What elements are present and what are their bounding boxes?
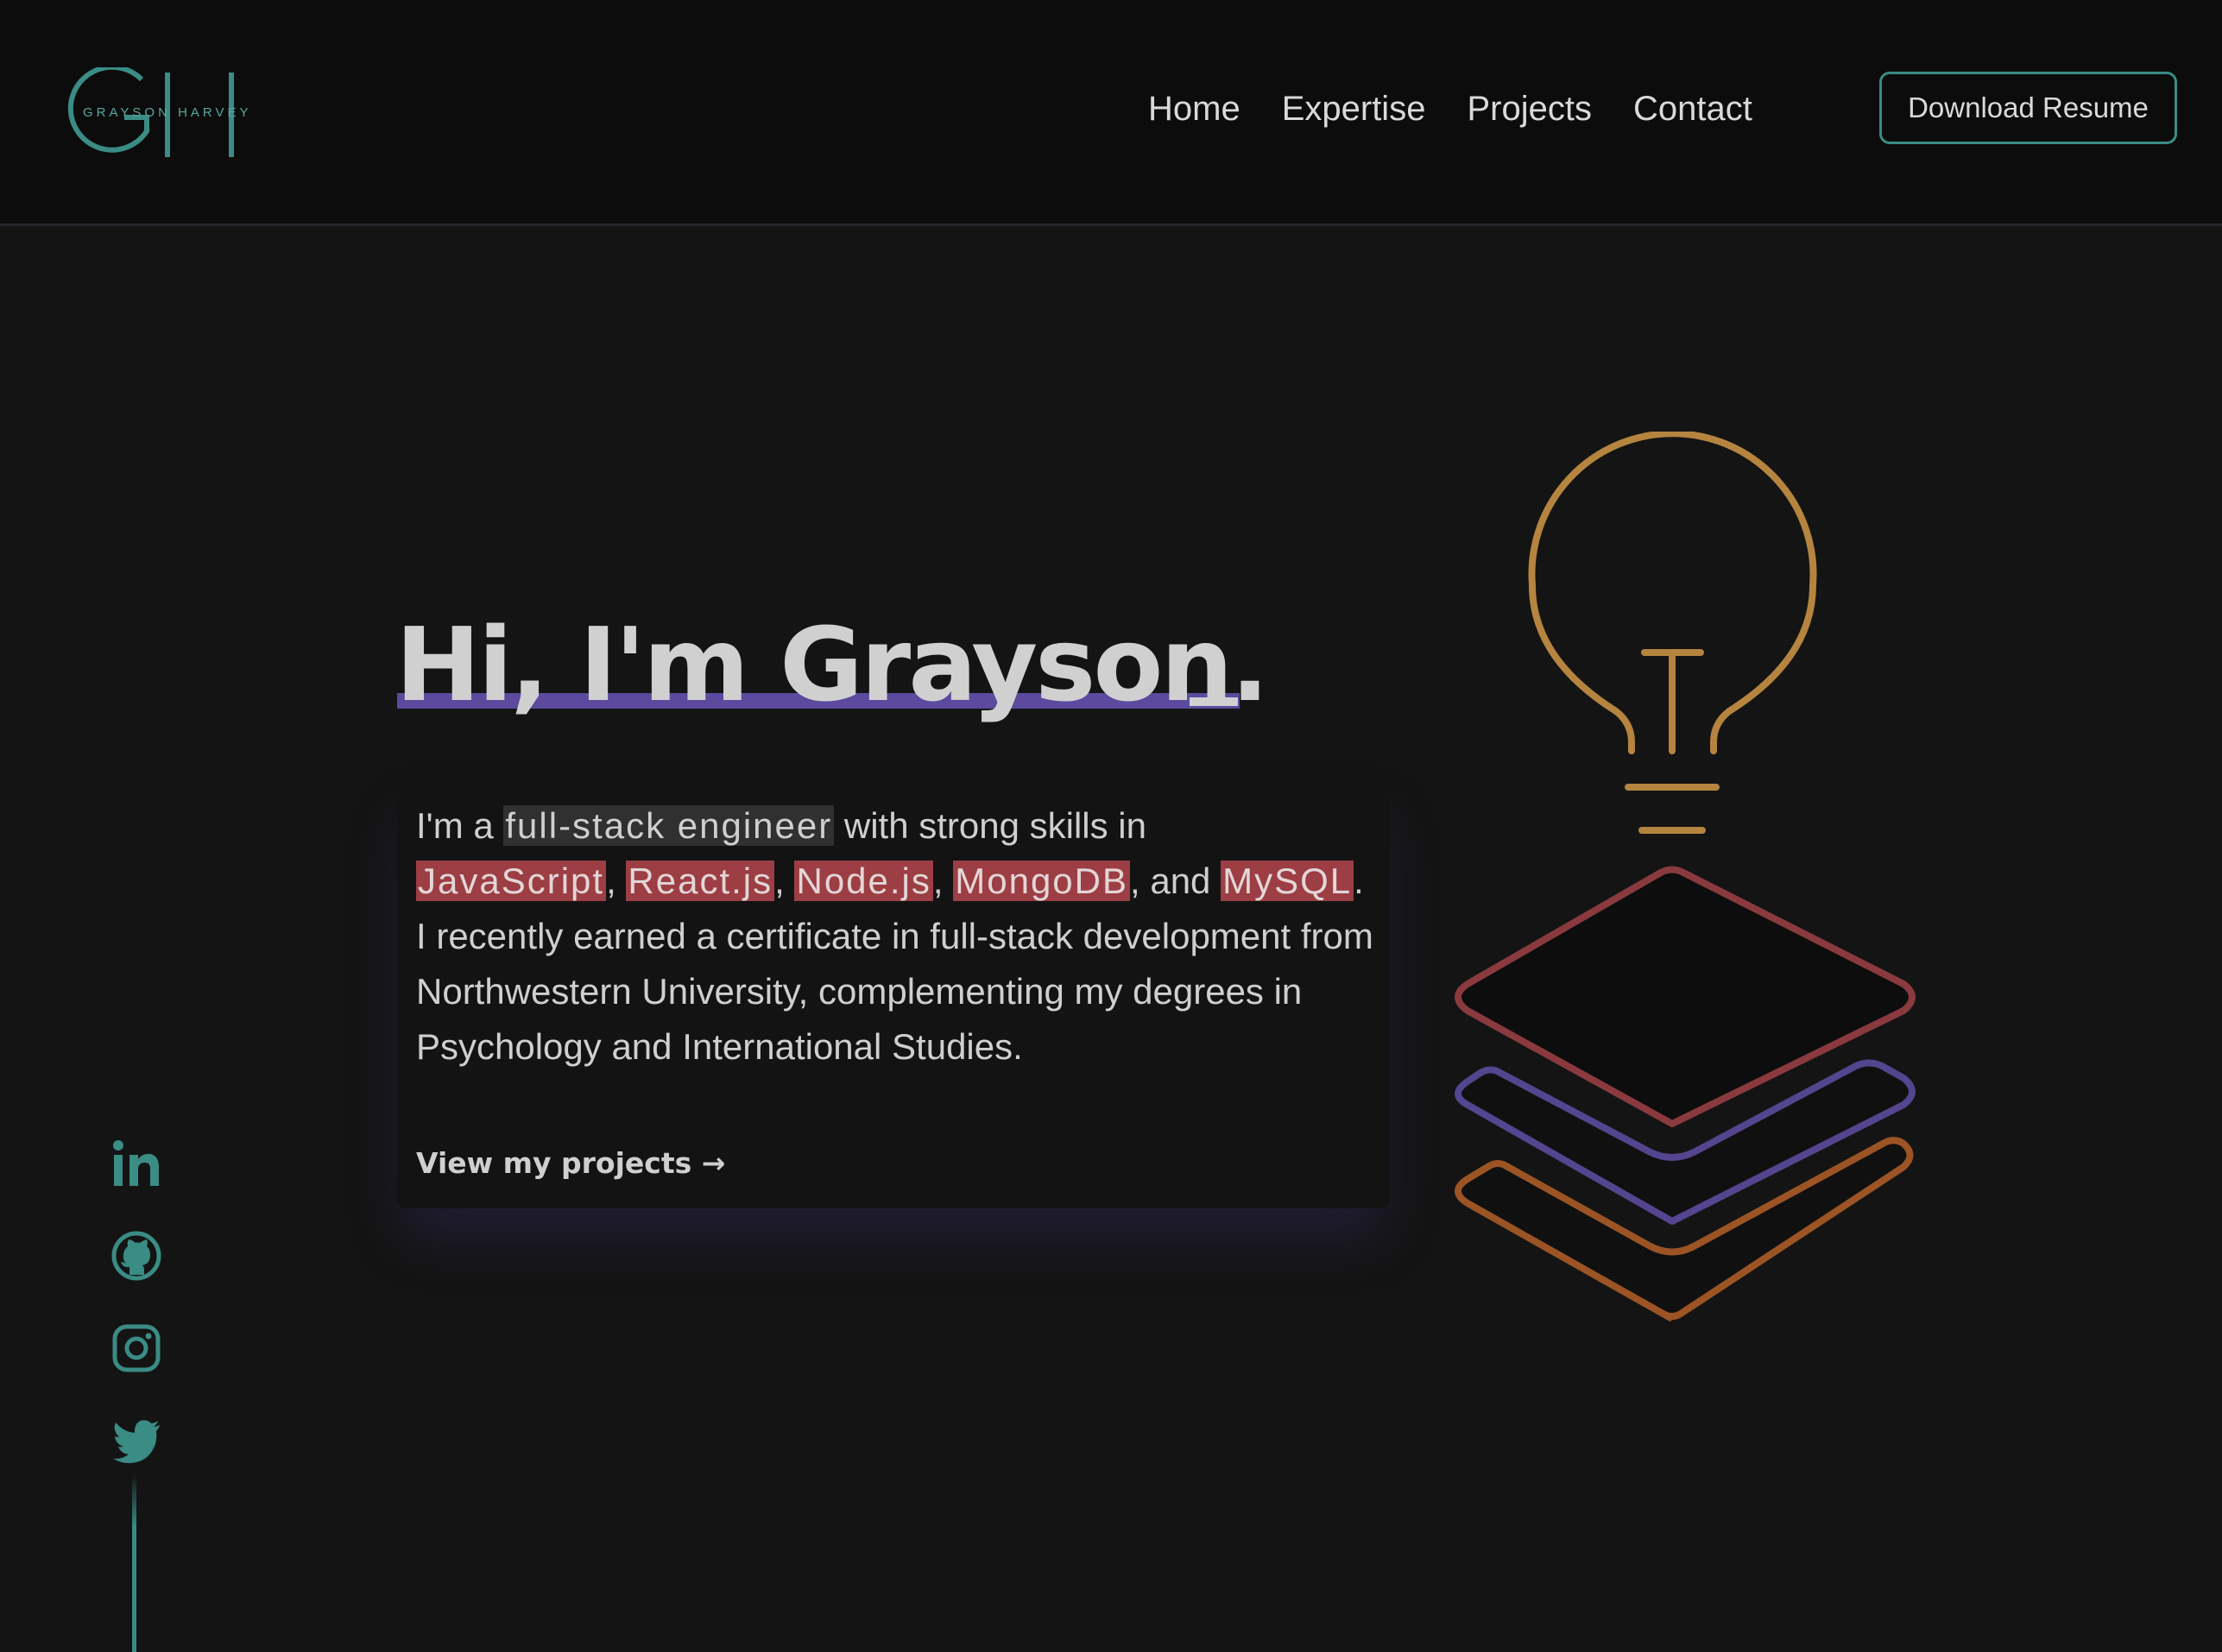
separator: , [606,861,616,901]
typing-cursor [1190,697,1238,706]
nav-projects[interactable]: Projects [1467,90,1592,129]
nav-home[interactable]: Home [1148,90,1240,129]
separator: . [1354,861,1364,901]
intro-rest: I recently earned a certificate in full-… [416,916,1373,1067]
hero-title: Hi, I'm Grayson. [395,605,1269,724]
skill-nodejs: Node.js [794,861,933,901]
skill-reactjs: React.js [626,861,775,901]
view-projects-link[interactable]: View my projects → [416,1146,725,1180]
skill-javascript: JavaScript [416,861,607,901]
skill-mongodb: MongoDB [953,861,1130,901]
intro-paragraph: I'm a full-stack engineer with strong sk… [416,798,1392,1075]
lightbulb-layers-icon [1455,432,1916,1322]
linkedin-icon[interactable] [110,1138,162,1189]
github-icon[interactable] [110,1230,162,1282]
skill-mysql: MySQL [1221,861,1354,901]
logo-subtitle: GRAYSON HARVEY [83,105,252,120]
separator: , and [1130,861,1211,901]
social-links [110,1138,162,1507]
site-header: GRAYSON HARVEY Home Expertise Projects C… [0,0,2222,226]
nav-expertise[interactable]: Expertise [1282,90,1426,129]
nav-contact[interactable]: Contact [1633,90,1752,129]
download-resume-button[interactable]: Download Resume [1879,72,2177,144]
logo[interactable]: GRAYSON HARVEY [62,67,248,162]
intro-prefix: I'm a [416,805,504,846]
separator: , [932,861,944,901]
role-highlight: full-stack engineer [503,805,835,846]
page: GRAYSON HARVEY Home Expertise Projects C… [0,0,2222,1652]
twitter-icon[interactable] [110,1415,162,1466]
main-nav: Home Expertise Projects Contact [1148,83,1794,135]
hero-illustration [1416,432,1925,1346]
social-divider-line [132,1474,136,1652]
intro-after-role: with strong skills in [834,805,1146,846]
separator: , [774,861,785,901]
instagram-icon[interactable] [110,1322,162,1374]
